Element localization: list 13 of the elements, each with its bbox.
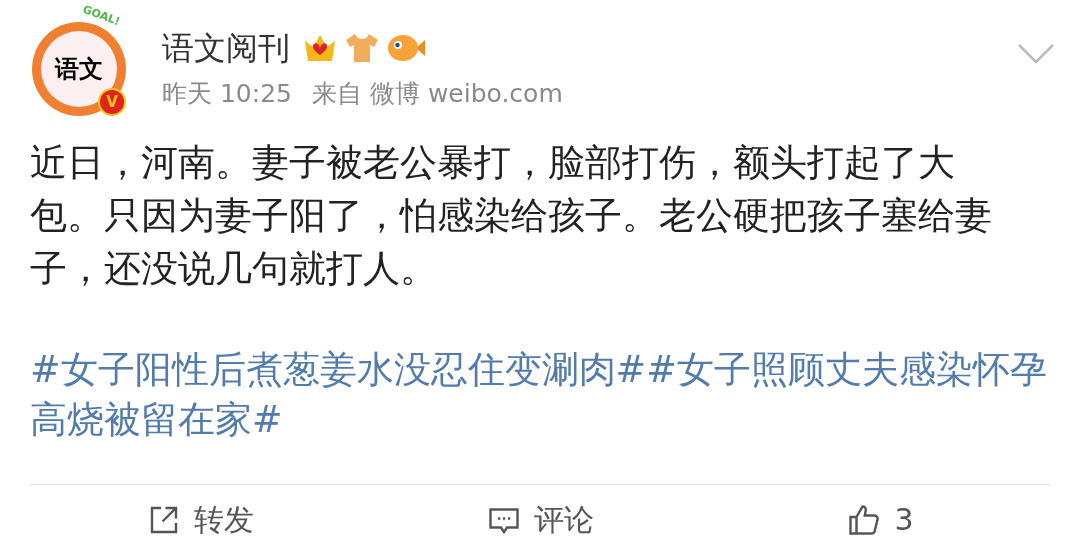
- post-source: 来自 微博 weibo.com: [312, 78, 563, 110]
- post-time: 昨天 10:25: [162, 78, 292, 110]
- avatar-text: 语文: [55, 57, 103, 81]
- hashtag-text[interactable]: #女子阳性后煮葱姜水没忍住变涮肉##女子照顾丈夫感染怀孕高烧被留在家#: [30, 345, 1060, 445]
- author-name[interactable]: 语文阅刊: [162, 26, 290, 70]
- repost-button[interactable]: 转发: [30, 497, 370, 542]
- jersey-icon: [344, 32, 380, 64]
- like-button[interactable]: 3: [710, 497, 1050, 542]
- fish-icon: [386, 32, 426, 64]
- comment-button[interactable]: 评论: [370, 497, 710, 542]
- post-text: 近日，河南。妻子被老公暴打，脸部打伤，额头打起了大包。只因为妻子阳了，怕感染给孩子。老公硬把孩子塞给妻子，还没说几句就打人。: [30, 140, 993, 292]
- chevron-down-icon[interactable]: [1016, 42, 1056, 66]
- verified-badge: V: [98, 88, 126, 116]
